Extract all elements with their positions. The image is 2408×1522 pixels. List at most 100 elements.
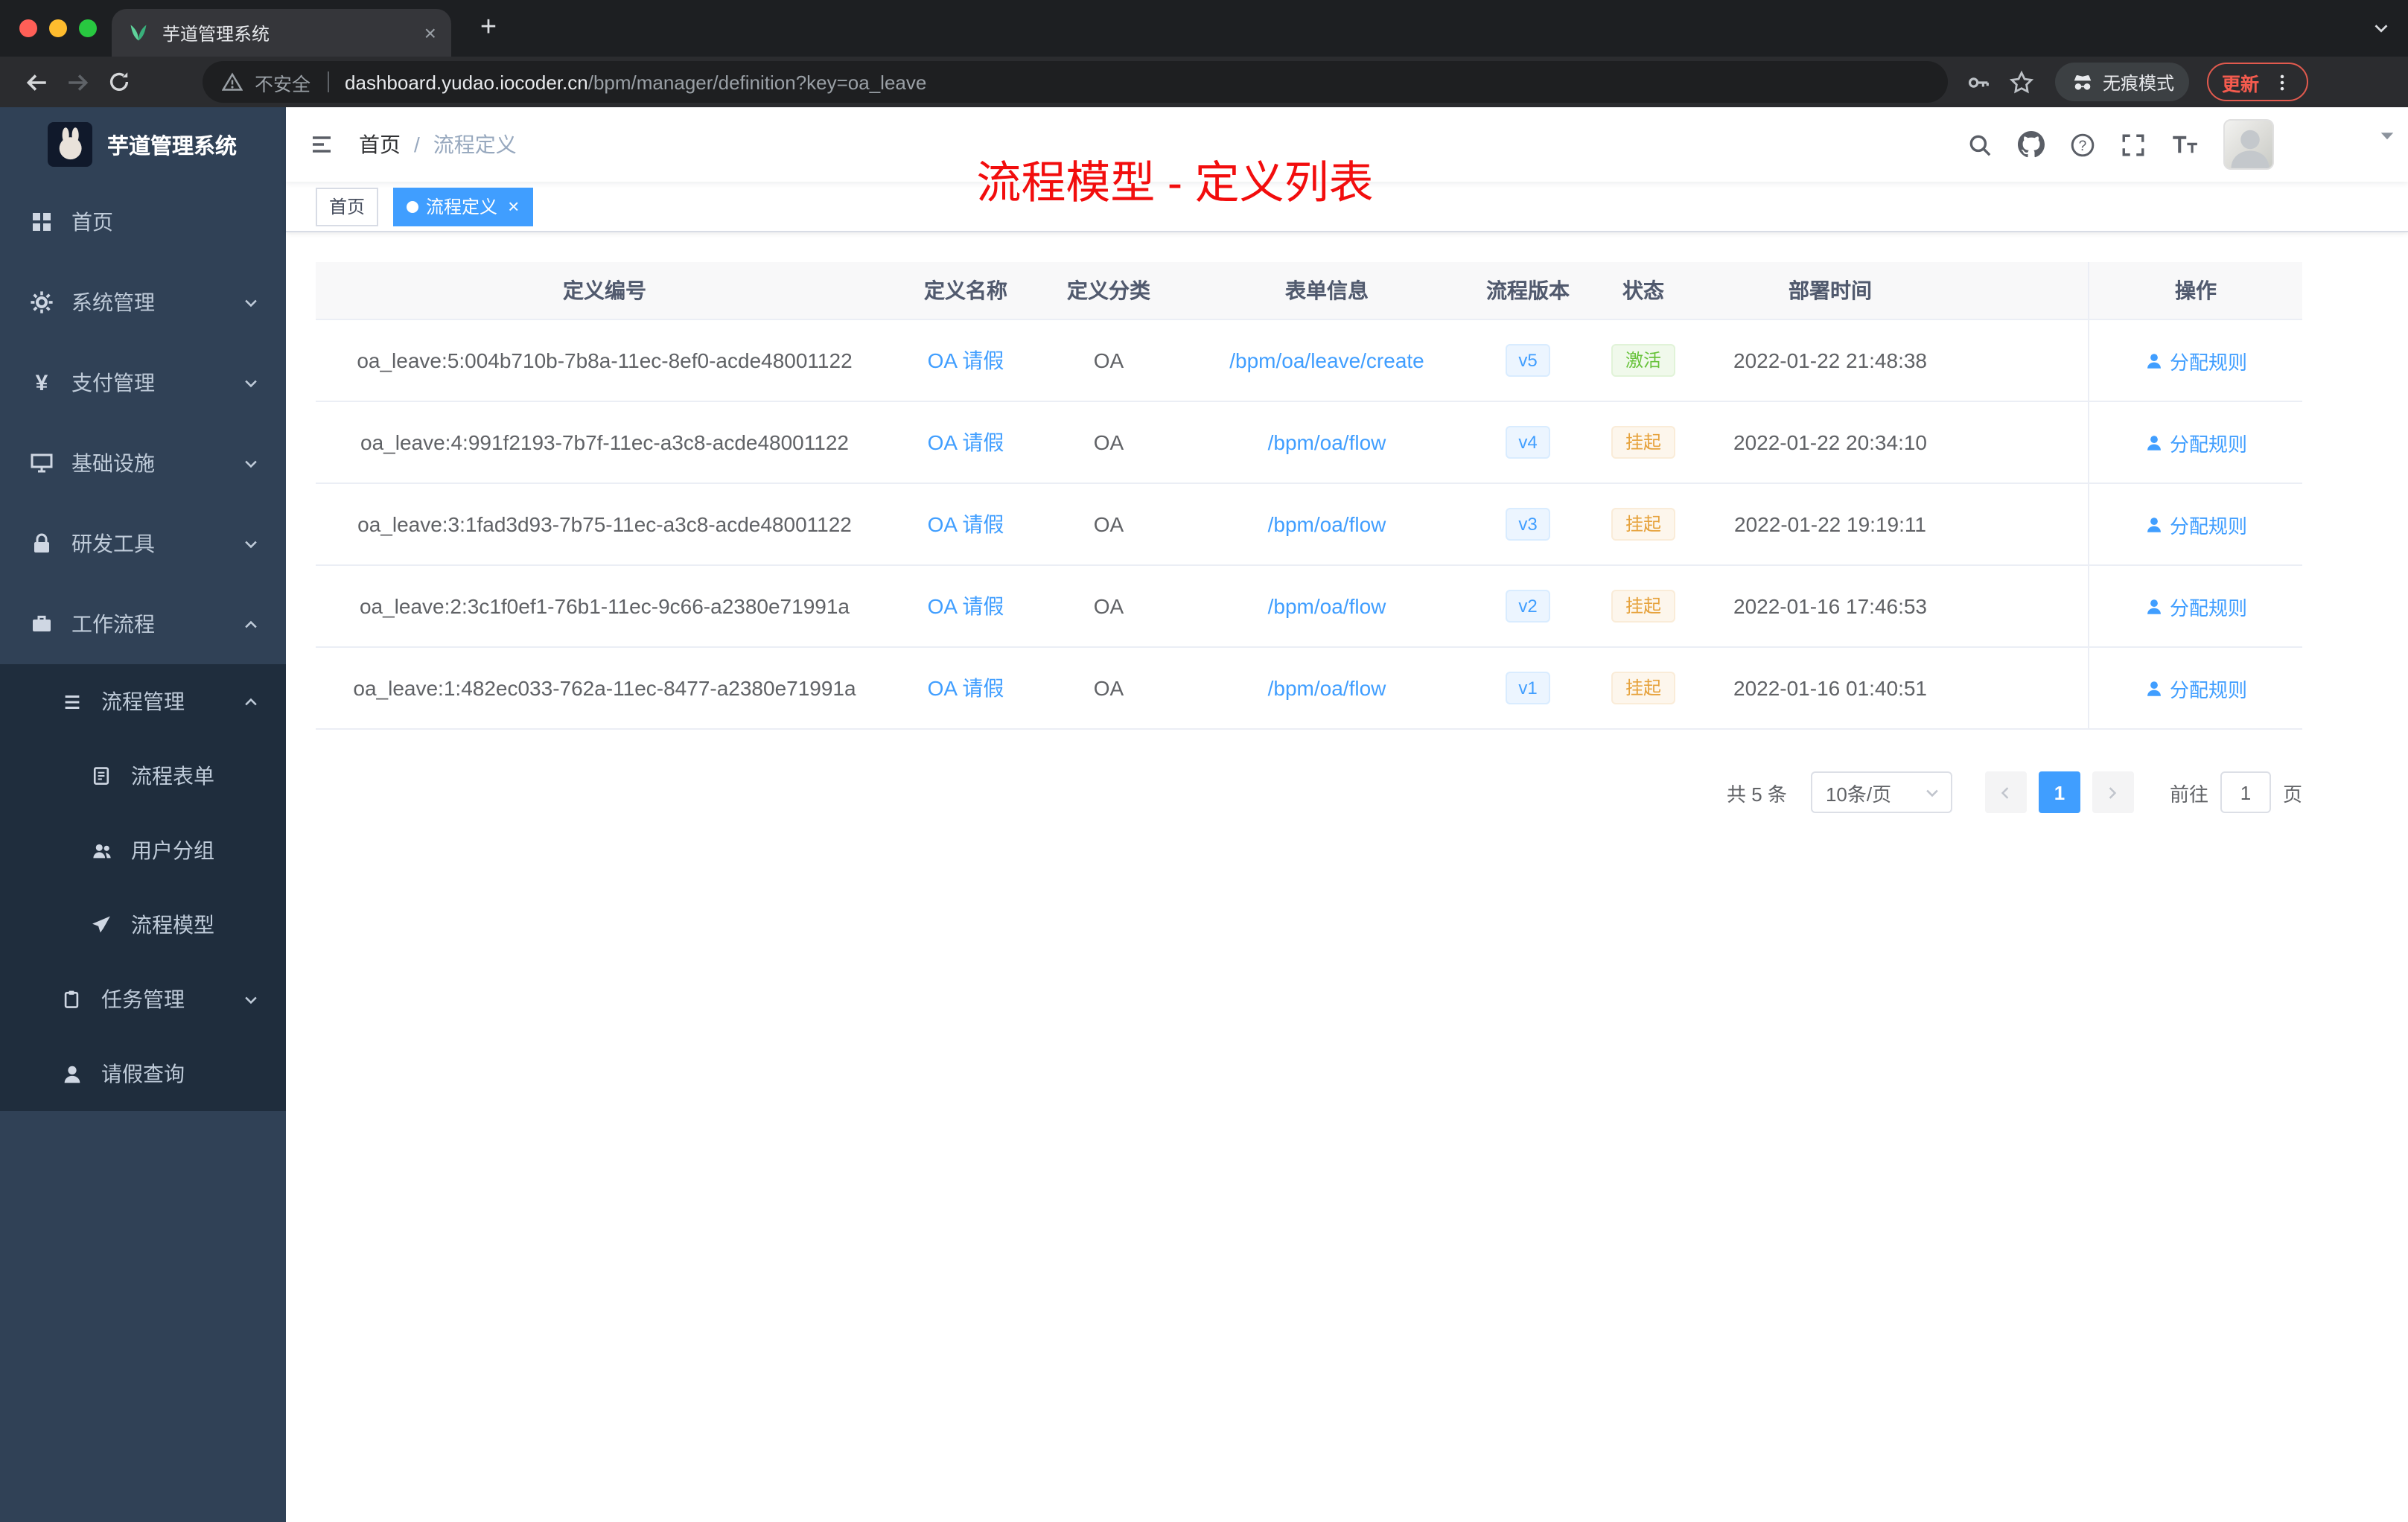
tab-search-icon[interactable] [2372, 19, 2390, 37]
sidebar-item-system[interactable]: 系统管理 [0, 262, 286, 343]
sidebar-item-task-management[interactable]: 任务管理 [0, 962, 286, 1037]
jump-suffix-label: 页 [2282, 783, 2302, 805]
fullscreen-icon[interactable] [2121, 132, 2146, 157]
page-content: 定义编号 定义名称 定义分类 表单信息 流程版本 状态 部署时间 操作 oa_l… [286, 232, 2408, 1522]
password-key-icon[interactable] [1966, 69, 1991, 95]
definition-name-link[interactable]: OA 请假 [928, 676, 1004, 700]
sidebar-item-process-form[interactable]: 流程表单 [0, 739, 286, 813]
sidebar-item-label: 请假查询 [101, 1062, 185, 1086]
tag-close-icon[interactable]: × [508, 188, 519, 224]
definition-name-link[interactable]: OA 请假 [928, 512, 1004, 536]
page-number-button[interactable]: 1 [2038, 771, 2080, 813]
sidebar-item-home[interactable]: 首页 [0, 182, 286, 262]
assign-rule-link[interactable]: 分配规则 [2144, 510, 2247, 538]
sidebar: 芋道管理系统 首页 系统管理 ¥ 支付管理 基础设施 研发工具 工作流程 流程管… [0, 107, 286, 1522]
sidebar-item-label: 工作流程 [71, 612, 155, 636]
yen-icon: ¥ [35, 370, 48, 395]
assign-rule-label: 分配规则 [2169, 351, 2247, 373]
next-page-button[interactable] [2092, 771, 2134, 813]
security-label: 不安全 [255, 74, 311, 95]
sidebar-item-leave-query[interactable]: 请假查询 [0, 1037, 286, 1111]
address-bar[interactable]: 不安全 dashboard.yudao.iocoder.cn/bpm/manag… [203, 61, 1948, 103]
bookmark-star-icon[interactable] [2009, 69, 2034, 95]
user-avatar[interactable] [2223, 119, 2274, 170]
sidebar-item-dev-tools[interactable]: 研发工具 [0, 503, 286, 584]
window-zoom-button[interactable] [79, 19, 97, 37]
cell-actions: 分配规则 [2088, 484, 2302, 564]
back-icon[interactable] [15, 61, 57, 103]
page-size-value: 10条/页 [1825, 783, 1892, 805]
sidebar-toggle-icon[interactable] [308, 133, 335, 156]
main-panel: 首页 / 流程定义 ? 流程模型 - 定义列表 首页 流程定义 × 定义编号 定… [286, 107, 2408, 1522]
sidebar-item-workflow[interactable]: 工作流程 [0, 584, 286, 664]
new-tab-button[interactable]: + [469, 9, 508, 48]
app-title: 芋道管理系统 [107, 135, 237, 159]
font-size-icon[interactable] [2171, 133, 2198, 156]
cell-definition-name: OA 请假 [894, 509, 1038, 539]
github-icon[interactable] [2018, 131, 2045, 158]
assign-rule-link[interactable]: 分配规则 [2144, 346, 2247, 375]
forward-icon[interactable] [57, 61, 98, 103]
form-link[interactable]: /bpm/oa/flow [1268, 512, 1386, 536]
sidebar-item-label: 基础设施 [71, 451, 155, 475]
cell-deploy-time: 2022-01-16 01:40:51 [1733, 676, 1927, 700]
definition-name-link[interactable]: OA 请假 [928, 348, 1004, 372]
incognito-label: 无痕模式 [2103, 72, 2175, 93]
page-jump-input[interactable] [2220, 771, 2271, 813]
sidebar-logo[interactable]: 芋道管理系统 [0, 107, 286, 182]
breadcrumb-home[interactable]: 首页 [359, 130, 401, 159]
sidebar-item-process-model[interactable]: 流程模型 [0, 888, 286, 962]
assign-rule-link[interactable]: 分配规则 [2144, 674, 2247, 702]
browser-update-chip[interactable]: 更新 [2207, 63, 2309, 101]
monitor-icon [30, 451, 54, 475]
chevron-up-icon [243, 693, 259, 710]
list-icon [60, 690, 83, 713]
pagination: 共 5 条 10条/页 1 前往 页 [316, 771, 2302, 813]
cell-form-info: /bpm/oa/flow [1179, 430, 1474, 454]
caret-down-icon[interactable] [2378, 127, 2396, 144]
workflow-submenu: 流程管理 流程表单 用户分组 流程模型 任务管理 请假查询 [0, 664, 286, 1111]
form-link[interactable]: /bpm/oa/leave/create [1229, 348, 1424, 372]
url-host: dashboard.yudao.iocoder.cn [345, 71, 588, 93]
form-link[interactable]: /bpm/oa/flow [1268, 430, 1386, 454]
form-link[interactable]: /bpm/oa/flow [1268, 594, 1386, 618]
assign-rule-link[interactable]: 分配规则 [2144, 428, 2247, 456]
incognito-badge: 无痕模式 [2055, 63, 2190, 101]
gear-icon [30, 290, 54, 314]
cell-status: 挂起 [1582, 426, 1705, 459]
page-size-select[interactable]: 10条/页 [1810, 771, 1952, 813]
prev-page-button[interactable] [1984, 771, 2027, 813]
window-close-button[interactable] [19, 19, 37, 37]
window-minimize-button[interactable] [49, 19, 67, 37]
app-frame: 芋道管理系统 首页 系统管理 ¥ 支付管理 基础设施 研发工具 工作流程 流程管… [0, 107, 2408, 1522]
cell-definition-name: OA 请假 [894, 591, 1038, 621]
sidebar-item-payment[interactable]: ¥ 支付管理 [0, 343, 286, 423]
status-badge: 挂起 [1611, 590, 1675, 623]
active-tag-dot [407, 200, 419, 212]
sidebar-item-infrastructure[interactable]: 基础设施 [0, 423, 286, 503]
version-badge: v1 [1505, 672, 1551, 704]
definition-name-link[interactable]: OA 请假 [928, 594, 1004, 618]
browser-menu-dots-icon[interactable] [2270, 70, 2293, 94]
tag-process-definition[interactable]: 流程定义 × [393, 187, 533, 226]
screen: 芋道管理系统 × + 不安全 dashboard.yudao.iocoder.c… [0, 0, 2408, 1522]
form-link[interactable]: /bpm/oa/flow [1268, 676, 1386, 700]
definition-name-link[interactable]: OA 请假 [928, 430, 1004, 454]
url-text: dashboard.yudao.iocoder.cn/bpm/manager/d… [345, 71, 926, 93]
column-header: 部署时间 [1789, 278, 1872, 302]
reload-icon[interactable] [98, 61, 140, 103]
sidebar-item-user-group[interactable]: 用户分组 [0, 813, 286, 888]
paper-plane-icon [89, 913, 113, 937]
tag-home[interactable]: 首页 [316, 187, 379, 226]
cell-definition-id: oa_leave:3:1fad3d93-7b75-11ec-a3c8-acde4… [357, 512, 852, 536]
cell-actions: 分配规则 [2088, 402, 2302, 483]
help-icon[interactable]: ? [2070, 132, 2095, 157]
browser-tab[interactable]: 芋道管理系统 × [112, 9, 451, 57]
tab-close-icon[interactable]: × [424, 22, 436, 43]
assign-rule-link[interactable]: 分配规则 [2144, 592, 2247, 620]
column-header: 定义名称 [924, 278, 1007, 302]
dashboard-icon [30, 210, 54, 234]
sidebar-item-process-management[interactable]: 流程管理 [0, 664, 286, 739]
search-icon[interactable] [1967, 132, 1993, 157]
cell-category: OA [1093, 348, 1124, 372]
